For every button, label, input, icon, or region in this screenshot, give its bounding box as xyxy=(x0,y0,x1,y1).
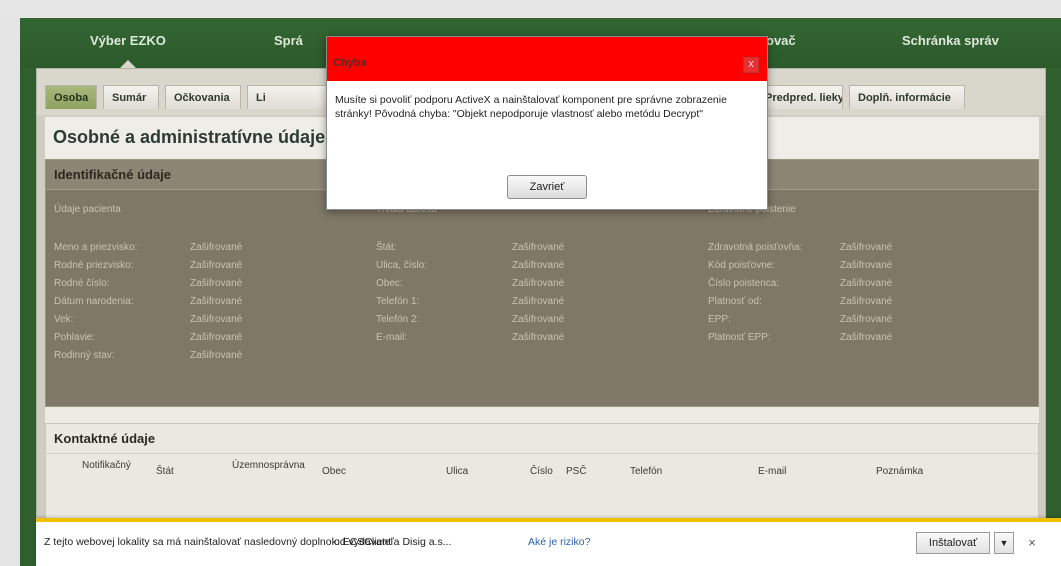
field-label: Obec: xyxy=(376,278,403,289)
field-label: Rodné priezvisko: xyxy=(54,260,134,271)
top-strip xyxy=(0,0,1061,18)
field-label: Číslo poistenca: xyxy=(708,278,780,289)
field-value: Zašifrované xyxy=(840,278,893,289)
column-header: Telefón xyxy=(630,466,663,477)
error-message: Musíte si povoliť podporu ActiveX a nain… xyxy=(335,94,727,120)
nav-item-vyber-ezko[interactable]: Výber EZKO xyxy=(90,18,166,68)
field-value: Zašifrované xyxy=(190,278,243,289)
field-value: Zašifrované xyxy=(190,332,243,343)
field-value: Zašifrované xyxy=(840,314,893,325)
column-header: Územnosprávna xyxy=(232,460,305,471)
error-dialog-title: Chyba xyxy=(333,57,367,69)
field-label: Rodinný stav: xyxy=(54,350,115,361)
field-value: Zašifrované xyxy=(190,296,243,307)
column-header: Ulica xyxy=(446,466,469,477)
column-header: Štát xyxy=(156,466,174,477)
field-label: Telefón 2: xyxy=(376,314,420,325)
field-value: Zašifrované xyxy=(190,260,243,271)
field-label: Meno a priezvisko: xyxy=(54,242,138,253)
tab-dopln-informacie[interactable]: Doplň. informácie xyxy=(849,85,965,109)
field-value: Zašifrované xyxy=(512,314,565,325)
field-label: Ulica, číslo: xyxy=(376,260,428,271)
field-value: Zašifrované xyxy=(512,332,565,343)
install-button[interactable]: Inštalovať xyxy=(916,532,990,554)
contact-title: Kontaktné údaje xyxy=(46,424,1038,454)
column-header: E-mail xyxy=(758,466,787,477)
nav-item-schranka-sprav[interactable]: Schránka správ xyxy=(902,18,999,68)
close-dialog-button[interactable]: Zavrieť xyxy=(507,175,587,199)
error-dialog-header: Chyba x xyxy=(327,37,767,81)
field-value: Zašifrované xyxy=(190,242,243,253)
nav-item-sprava[interactable]: Sprá xyxy=(274,18,324,68)
error-dialog: Chyba x Musíte si povoliť podporu Active… xyxy=(326,36,768,210)
field-value: Zašifrované xyxy=(512,242,565,253)
field-label: Kód poisťovne: xyxy=(708,260,776,271)
column-header: Poznámka xyxy=(876,466,924,477)
field-value: Zašifrované xyxy=(512,260,565,271)
tab-osoba[interactable]: Osoba xyxy=(45,85,97,109)
field-value: Zašifrované xyxy=(190,314,243,325)
nav-item-prehliadac[interactable]: ovač xyxy=(766,18,796,68)
field-label: Telefón 1: xyxy=(376,296,420,307)
field-label: Platnosť od: xyxy=(708,296,762,307)
close-icon[interactable]: × xyxy=(1024,534,1040,552)
field-label: Rodné číslo: xyxy=(54,278,110,289)
field-label: Štát: xyxy=(376,242,397,253)
tab-sumar[interactable]: Sumár xyxy=(103,85,159,109)
addon-notification-bar: Z tejto webovej lokality sa má nainštalo… xyxy=(36,518,1061,566)
field-value: Zašifrované xyxy=(512,278,565,289)
chevron-down-icon[interactable]: ▼ xyxy=(994,532,1014,554)
field-label: Pohlavie: xyxy=(54,332,96,343)
contact-table-header: Notifikačný Štát Územnosprávna Obec Ulic… xyxy=(46,460,1040,480)
group-label-patient: Údaje pacienta xyxy=(54,204,121,215)
tab-lieky[interactable]: Li xyxy=(247,85,327,109)
column-header: Obec xyxy=(322,466,346,477)
column-header: Číslo xyxy=(530,466,553,477)
column-header: Notifikačný xyxy=(82,460,131,471)
risk-link[interactable]: Aké je riziko? xyxy=(528,536,590,548)
field-label: Vek: xyxy=(54,314,74,325)
field-label: Platnosť EPP: xyxy=(708,332,771,343)
field-value: Zašifrované xyxy=(840,296,893,307)
field-value: Zašifrované xyxy=(840,260,893,271)
close-icon[interactable]: x xyxy=(743,57,759,73)
field-value: Zašifrované xyxy=(512,296,565,307)
field-value: Zašifrované xyxy=(190,350,243,361)
column-header: PSČ xyxy=(566,466,587,477)
field-value: Zašifrované xyxy=(840,332,893,343)
field-label: EPP: xyxy=(708,314,731,325)
notification-publisher: od vydavateľa Disig a.s... xyxy=(334,536,452,548)
field-label: E-mail: xyxy=(376,332,408,343)
screen: Výber EZKO Sprá ovač Schránka správ Osob… xyxy=(0,0,1061,566)
field-value: Zašifrované xyxy=(840,242,893,253)
tab-ockovania[interactable]: Očkovania xyxy=(165,85,241,109)
field-label: Dátum narodenia: xyxy=(54,296,134,307)
field-label: Zdravotná poisťovňa: xyxy=(708,242,803,253)
